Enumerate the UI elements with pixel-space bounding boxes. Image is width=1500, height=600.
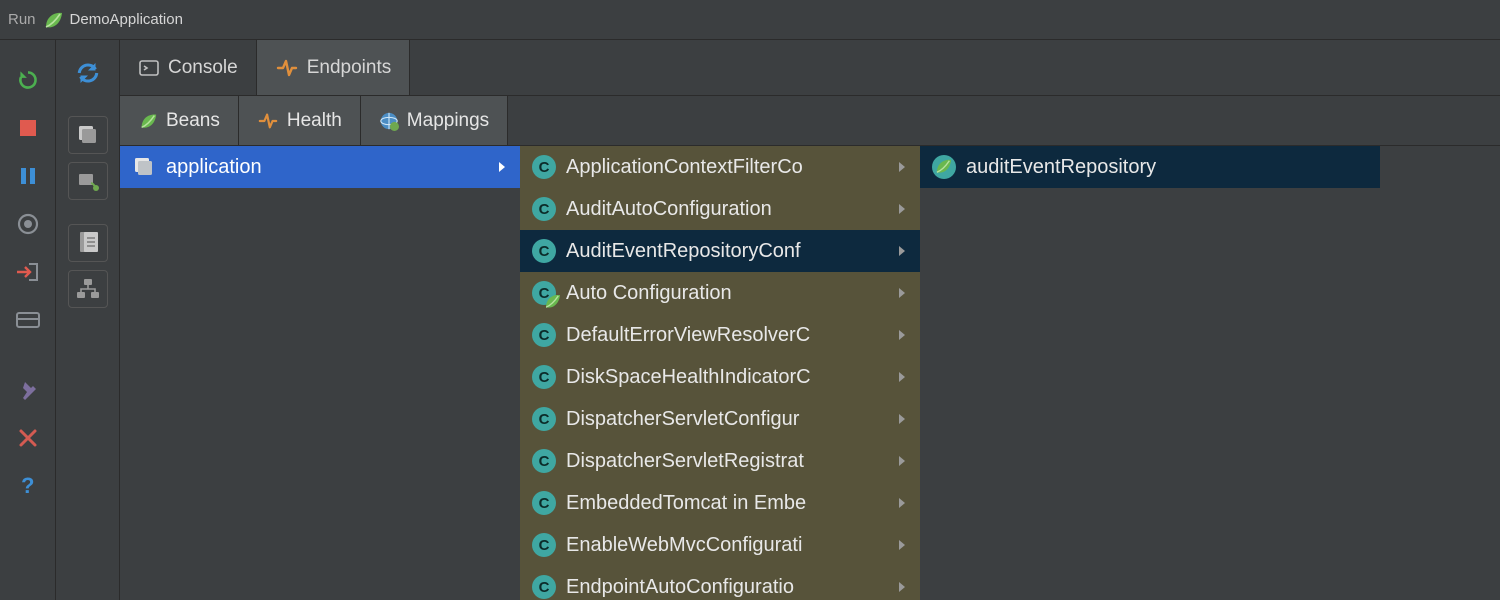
- bean-label: DiskSpaceHealthIndicatorC: [566, 366, 886, 389]
- class-icon: C: [532, 449, 556, 473]
- tab-console-label: Console: [168, 57, 238, 79]
- chevron-right-icon: [896, 580, 910, 594]
- context-application[interactable]: application: [120, 146, 520, 188]
- chevron-right-icon: [896, 454, 910, 468]
- show-contexts-button[interactable]: [68, 162, 108, 200]
- chevron-right-icon: [896, 244, 910, 258]
- exit-button[interactable]: [14, 258, 42, 286]
- bean-label: DispatcherServletRegistrat: [566, 450, 886, 473]
- bean-label: Auto Configuration: [566, 282, 886, 305]
- tab-mappings-label: Mappings: [407, 110, 489, 132]
- layout-button[interactable]: [14, 306, 42, 334]
- class-icon: C: [532, 323, 556, 347]
- chevron-right-icon: [896, 412, 910, 426]
- main-tabs: Console Endpoints: [120, 40, 1500, 96]
- run-config-name: DemoApplication: [70, 11, 183, 28]
- class-icon: C: [532, 197, 556, 221]
- endpoint-tabs: Beans Health Mappings: [120, 96, 1500, 146]
- context-label: application: [166, 156, 486, 179]
- pin-button[interactable]: [14, 376, 42, 404]
- run-toolbar: ?: [0, 40, 56, 600]
- bean-row[interactable]: C EnableWebMvcConfigurati: [520, 524, 920, 566]
- bean-label: AuditEventRepositoryConf: [566, 240, 886, 263]
- show-doc-button[interactable]: [68, 224, 108, 262]
- tab-beans[interactable]: Beans: [120, 96, 239, 145]
- tab-beans-label: Beans: [166, 110, 220, 132]
- dependency-label: auditEventRepository: [966, 156, 1370, 179]
- stop-button[interactable]: [14, 114, 42, 142]
- class-icon: C: [532, 491, 556, 515]
- tab-console[interactable]: Console: [120, 40, 257, 95]
- spring-leaf-icon: [42, 9, 64, 31]
- tab-endpoints[interactable]: Endpoints: [257, 40, 411, 95]
- chevron-right-icon: [896, 538, 910, 552]
- beans-browser: application C ApplicationContextFilterCo…: [120, 146, 1500, 600]
- bean-row[interactable]: C EndpointAutoConfiguratio: [520, 566, 920, 600]
- bean-label: EmbeddedTomcat in Embe: [566, 492, 886, 515]
- tab-endpoints-label: Endpoints: [307, 57, 392, 79]
- run-panel-header: Run DemoApplication: [0, 0, 1500, 40]
- spring-bean-icon: [932, 155, 956, 179]
- bean-label: AuditAutoConfiguration: [566, 198, 886, 221]
- chevron-right-icon: [896, 370, 910, 384]
- class-icon: C: [532, 533, 556, 557]
- bean-row[interactable]: C DispatcherServletRegistrat: [520, 440, 920, 482]
- tab-health[interactable]: Health: [239, 96, 361, 145]
- dump-threads-button[interactable]: [14, 210, 42, 238]
- show-library-beans-button[interactable]: [68, 116, 108, 154]
- bean-row[interactable]: C Auto Configuration: [520, 272, 920, 314]
- chevron-right-icon: [896, 202, 910, 216]
- bean-label: EndpointAutoConfiguratio: [566, 576, 886, 599]
- bean-label: ApplicationContextFilterCo: [566, 156, 886, 179]
- spring-class-icon: C: [532, 281, 556, 305]
- tab-health-label: Health: [287, 110, 342, 132]
- svg-text:?: ?: [21, 474, 34, 498]
- chevron-right-icon: [896, 496, 910, 510]
- endpoints-toolbar: [56, 40, 120, 600]
- show-diagram-button[interactable]: [68, 270, 108, 308]
- context-column: application: [120, 146, 520, 188]
- close-button[interactable]: [14, 424, 42, 452]
- bean-row[interactable]: C ApplicationContextFilterCo: [520, 146, 920, 188]
- pause-button[interactable]: [14, 162, 42, 190]
- help-button[interactable]: ?: [14, 472, 42, 500]
- run-label: Run: [8, 11, 36, 28]
- dependency-row[interactable]: auditEventRepository: [920, 146, 1380, 188]
- class-icon: C: [532, 407, 556, 431]
- class-icon: C: [532, 239, 556, 263]
- bean-row[interactable]: C DefaultErrorViewResolverC: [520, 314, 920, 356]
- bean-row[interactable]: C EmbeddedTomcat in Embe: [520, 482, 920, 524]
- class-icon: C: [532, 155, 556, 179]
- class-icon: C: [532, 575, 556, 599]
- bean-row[interactable]: C AuditAutoConfiguration: [520, 188, 920, 230]
- bean-row-selected[interactable]: C AuditEventRepositoryConf: [520, 230, 920, 272]
- refresh-button[interactable]: [68, 54, 108, 92]
- chevron-right-icon: [896, 160, 910, 174]
- tab-mappings[interactable]: Mappings: [361, 96, 508, 145]
- bean-label: DispatcherServletConfigur: [566, 408, 886, 431]
- bean-label: DefaultErrorViewResolverC: [566, 324, 886, 347]
- chevron-right-icon: [896, 286, 910, 300]
- dependency-column: auditEventRepository: [920, 146, 1380, 188]
- class-icon: C: [532, 365, 556, 389]
- chevron-right-icon: [496, 160, 510, 174]
- bean-row[interactable]: C DiskSpaceHealthIndicatorC: [520, 356, 920, 398]
- bean-row[interactable]: C DispatcherServletConfigur: [520, 398, 920, 440]
- rerun-button[interactable]: [14, 66, 42, 94]
- chevron-right-icon: [896, 328, 910, 342]
- bean-label: EnableWebMvcConfigurati: [566, 534, 886, 557]
- stack-icon: [132, 155, 156, 179]
- beans-column: C ApplicationContextFilterCo C AuditAuto…: [520, 146, 920, 600]
